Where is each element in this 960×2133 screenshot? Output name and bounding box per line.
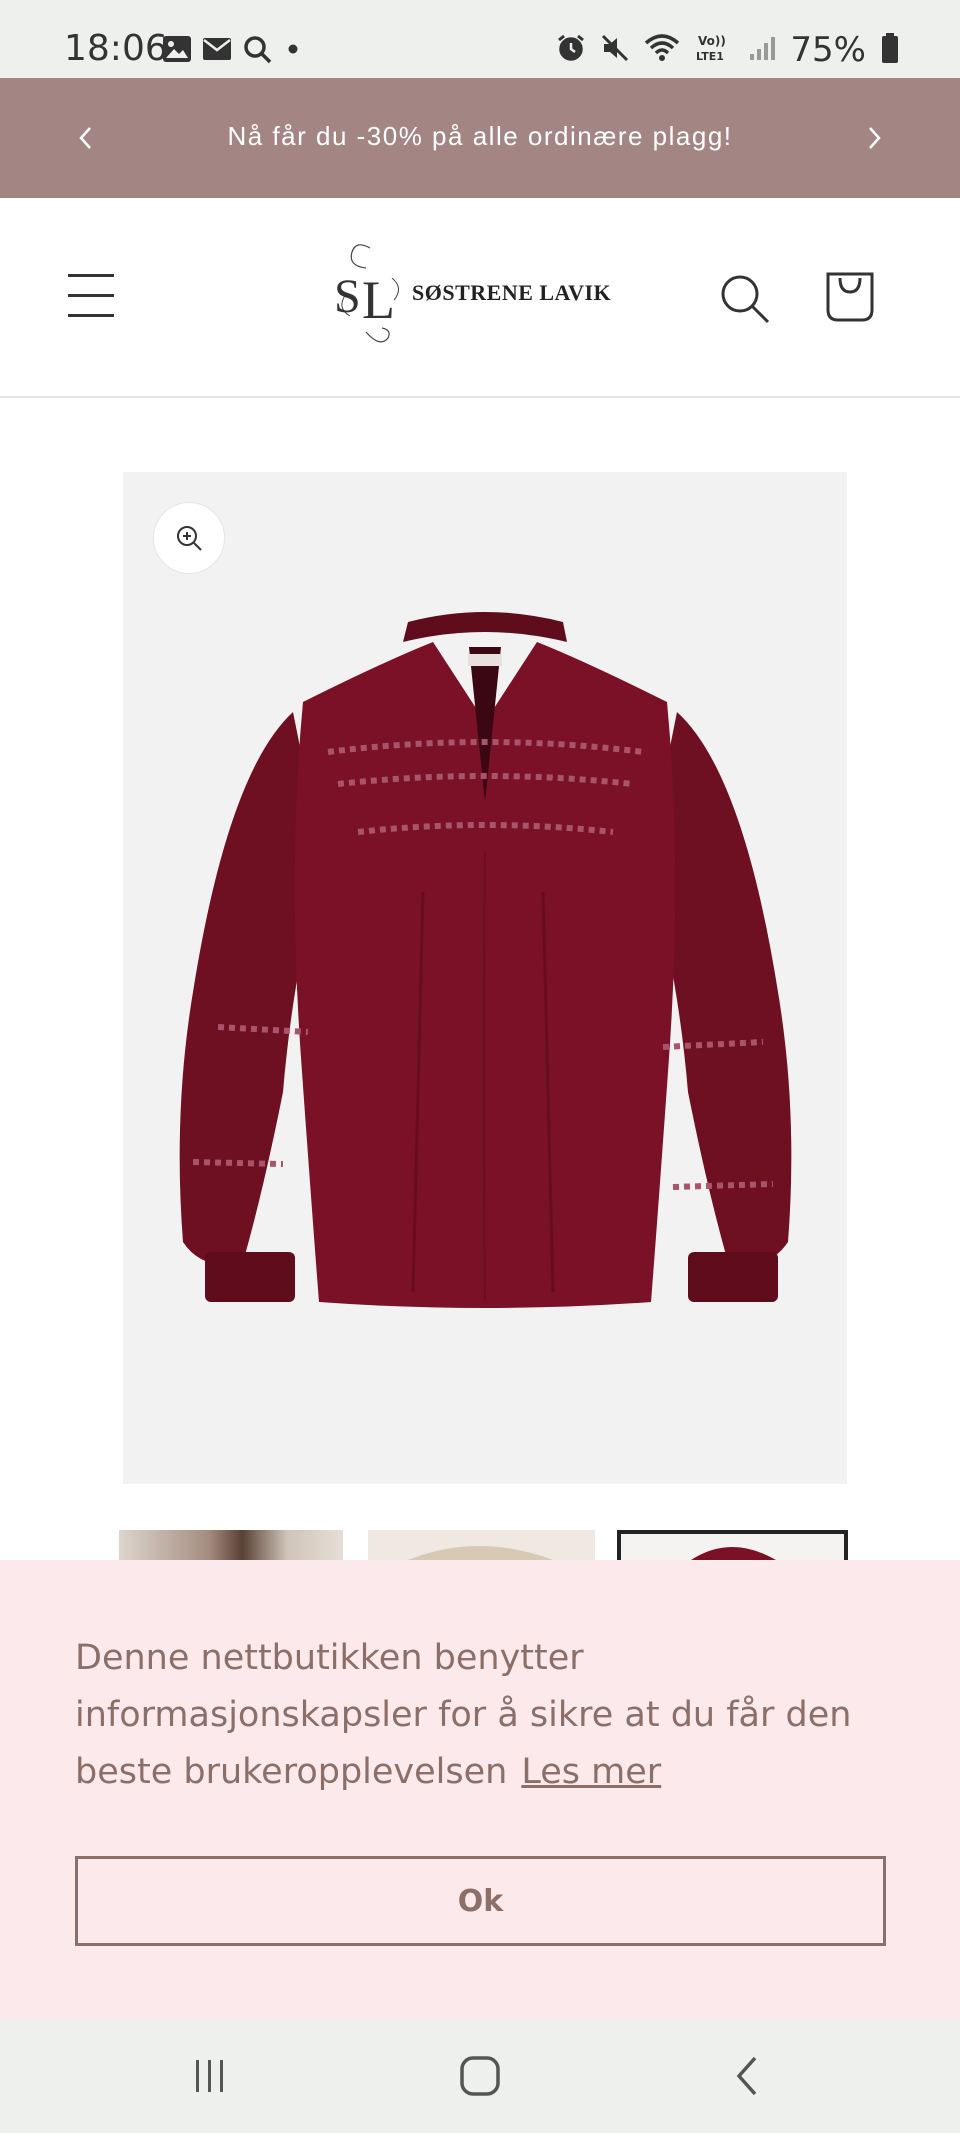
menu-icon xyxy=(68,274,114,277)
search-icon xyxy=(242,34,272,68)
chevron-right-icon xyxy=(869,127,881,149)
back-icon xyxy=(736,2056,757,2096)
menu-button[interactable] xyxy=(68,272,118,320)
cart-button[interactable] xyxy=(822,268,878,324)
announcement-next-button[interactable] xyxy=(854,118,894,158)
home-button[interactable] xyxy=(450,2050,510,2102)
status-time: 18:06 xyxy=(64,28,168,69)
cart-bag-icon xyxy=(826,272,874,322)
status-bar: 18:06 Vo)) LTE1 75% xyxy=(0,0,960,78)
battery-icon xyxy=(880,32,900,68)
product-image[interactable] xyxy=(123,472,847,1484)
status-left-icons xyxy=(162,34,304,68)
announcement-text: Nå får du -30% på alle ordinære plagg! xyxy=(227,121,733,151)
back-button[interactable] xyxy=(718,2050,778,2102)
mute-icon xyxy=(600,33,630,67)
volte-icon: Vo)) LTE1 xyxy=(694,32,734,68)
zoom-button[interactable] xyxy=(153,502,225,574)
cookie-text: Denne nettbutikken benytter informasjons… xyxy=(75,1638,852,1792)
recent-apps-button[interactable] xyxy=(180,2050,240,2102)
cookie-message: Denne nettbutikken benytter informasjons… xyxy=(75,1630,905,1801)
search-button[interactable] xyxy=(718,272,774,328)
cookie-banner: Denne nettbutikken benytter informasjons… xyxy=(0,1560,960,2020)
gallery-icon xyxy=(162,35,192,67)
svg-text:S: S xyxy=(334,270,361,323)
svg-text:Vo)): Vo)) xyxy=(698,34,726,48)
thumbnail-blouse[interactable] xyxy=(617,1530,848,1560)
thumbnail-detail-image xyxy=(408,1546,553,1560)
system-nav-bar xyxy=(0,2020,960,2133)
announcement-bar: Nå får du -30% på alle ordinære plagg! xyxy=(0,78,960,198)
svg-text:LTE1: LTE1 xyxy=(696,50,724,63)
logo-text: SØSTRENE LAVIK xyxy=(412,280,612,305)
menu-icon-line xyxy=(68,314,114,317)
recent-apps-icon xyxy=(196,2060,223,2092)
alarm-icon xyxy=(556,33,586,67)
home-icon xyxy=(460,2056,500,2096)
search-icon xyxy=(721,275,770,324)
wifi-icon xyxy=(644,33,680,67)
zoom-in-icon xyxy=(177,526,202,551)
thumbnail-detail[interactable] xyxy=(368,1530,595,1560)
menu-icon-line xyxy=(68,294,114,297)
logo-monogram: S L xyxy=(334,244,399,343)
site-header: S L SØSTRENE LAVIK xyxy=(0,198,960,398)
site-logo[interactable]: S L SØSTRENE LAVIK xyxy=(326,238,616,358)
cookie-ok-button[interactable]: Ok xyxy=(75,1856,886,1946)
thumbnail-model[interactable] xyxy=(119,1530,343,1560)
signal-icon xyxy=(748,34,776,66)
blouse-image xyxy=(179,612,792,1308)
svg-text:L: L xyxy=(362,270,395,330)
status-right-icons: Vo)) LTE1 75% xyxy=(556,30,900,70)
battery-percent: 75% xyxy=(790,30,866,70)
mail-icon xyxy=(202,37,232,65)
dot-icon xyxy=(282,38,304,64)
thumbnail-blouse-image xyxy=(691,1547,776,1560)
read-more-link[interactable]: Les mer xyxy=(521,1752,661,1792)
